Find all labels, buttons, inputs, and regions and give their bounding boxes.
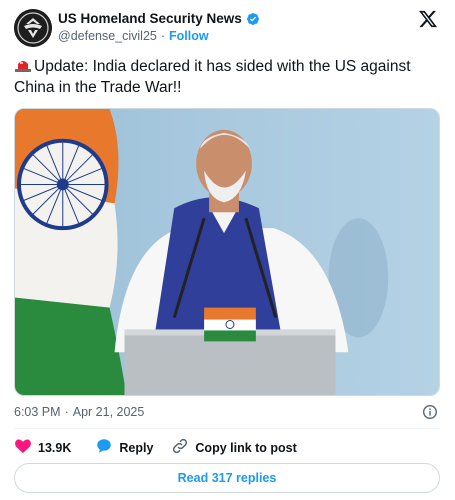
tweet-photo[interactable] xyxy=(14,108,440,396)
author-display-name[interactable]: US Homeland Security News xyxy=(58,11,242,26)
reply-bubble-icon xyxy=(95,437,113,458)
action-bar: 13.9K Reply Copy link to post xyxy=(14,437,297,458)
x-logo-icon[interactable] xyxy=(418,9,438,29)
link-icon xyxy=(171,437,189,458)
name-row: US Homeland Security News xyxy=(58,11,260,26)
meta-separator: · xyxy=(64,405,69,419)
handle-row: @defense_civil25 · Follow xyxy=(58,29,209,43)
handle-separator: · xyxy=(160,29,166,43)
tweet-text: Update: India declared it has sided with… xyxy=(14,56,444,98)
author-handle[interactable]: @defense_civil25 xyxy=(58,29,157,43)
info-icon[interactable] xyxy=(422,404,438,420)
read-replies-button[interactable]: Read 317 replies xyxy=(14,463,440,493)
heart-icon xyxy=(14,437,32,458)
tweet-body: Update: India declared it has sided with… xyxy=(14,58,411,96)
divider xyxy=(14,428,440,429)
reply-button[interactable]: Reply xyxy=(95,437,153,458)
tweet-card: US Homeland Security News @defense_civil… xyxy=(0,0,455,500)
tweet-date[interactable]: Apr 21, 2025 xyxy=(73,405,145,419)
like-count: 13.9K xyxy=(38,440,72,455)
rotating-light-icon xyxy=(14,57,32,73)
follow-button[interactable]: Follow xyxy=(169,29,209,43)
tweet-meta: 6:03 PM · Apr 21, 2025 xyxy=(14,405,144,419)
avatar[interactable] xyxy=(14,9,52,47)
tweet-time[interactable]: 6:03 PM xyxy=(14,405,61,419)
copy-link-button[interactable]: Copy link to post xyxy=(171,437,297,458)
verified-badge-icon xyxy=(246,12,260,26)
copy-link-label: Copy link to post xyxy=(195,440,297,455)
like-button[interactable]: 13.9K xyxy=(14,437,71,458)
reply-label: Reply xyxy=(119,440,154,455)
